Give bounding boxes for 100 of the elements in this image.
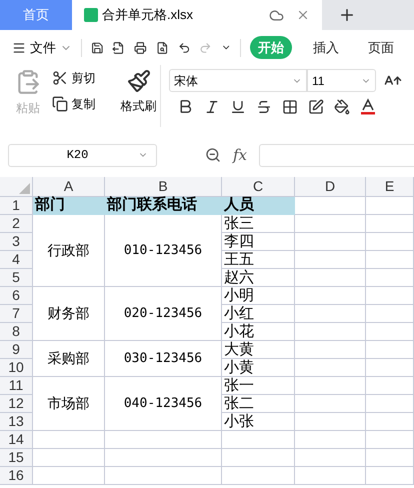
row-header[interactable]: 8 [0, 323, 33, 341]
ribbon-tab[interactable]: 页面 [360, 36, 402, 60]
format-painter-button[interactable]: 格式刷 [120, 97, 156, 115]
zoom-icon[interactable] [205, 147, 221, 163]
empty-cell [366, 251, 414, 269]
empty-cell [366, 395, 414, 413]
cell-style-icon[interactable] [308, 98, 324, 114]
empty-cell [366, 467, 414, 485]
row-header[interactable]: 14 [0, 431, 33, 449]
empty-cell [366, 269, 414, 287]
row-header[interactable]: 7 [0, 305, 33, 323]
column-header[interactable]: D [295, 177, 366, 197]
row-header[interactable]: 16 [0, 467, 33, 485]
empty-cell [295, 413, 366, 431]
header-cell: 部门联系电话 [105, 197, 222, 215]
person-cell: 赵六 [222, 269, 295, 287]
size-select[interactable]: 11 [307, 69, 376, 92]
row-header[interactable]: 2 [0, 215, 33, 233]
spreadsheet-icon [84, 8, 98, 22]
person-cell: 张一 [222, 377, 295, 395]
row-header[interactable]: 11 [0, 377, 33, 395]
empty-cell [366, 305, 414, 323]
italic-icon[interactable] [204, 98, 220, 114]
empty-cell [366, 359, 414, 377]
department-cell: 行政部 [33, 215, 105, 287]
print-icon[interactable] [134, 40, 147, 56]
new-tab-icon[interactable] [338, 6, 356, 24]
empty-cell [295, 431, 366, 449]
menu-icon [12, 40, 26, 54]
person-cell: 大黄 [222, 341, 295, 359]
row-header[interactable]: 9 [0, 341, 33, 359]
person-cell: 王五 [222, 251, 295, 269]
row-header[interactable]: 4 [0, 251, 33, 269]
header-cell: 人员 [222, 197, 295, 215]
person-cell: 李四 [222, 233, 295, 251]
person-cell: 小花 [222, 323, 295, 341]
save-icon[interactable] [90, 40, 104, 56]
person-cell: 小张 [222, 413, 295, 431]
row-header[interactable]: 10 [0, 359, 33, 377]
person-cell: 小黄 [222, 359, 295, 377]
empty-cell [366, 413, 414, 431]
ribbon-tab[interactable]: 插入 [305, 36, 348, 60]
underline-icon[interactable] [230, 98, 246, 114]
empty-cell [295, 215, 366, 233]
column-header[interactable]: A [33, 177, 105, 197]
empty-cell [295, 305, 366, 323]
empty-cell [366, 449, 414, 467]
row-header[interactable]: 13 [0, 413, 33, 431]
copy-icon [52, 96, 68, 112]
formula-field[interactable] [259, 144, 414, 166]
phone-cell: 040-123456 [105, 377, 222, 431]
header-cell: 部门 [33, 197, 105, 215]
file-menu[interactable]: 文件 [12, 38, 72, 58]
function-label[interactable]: fx [233, 144, 248, 166]
empty-cell [366, 197, 414, 215]
font-color-icon[interactable] [360, 98, 376, 115]
empty-cell [366, 431, 414, 449]
row-header[interactable]: 3 [0, 233, 33, 251]
empty-cell [295, 377, 366, 395]
column-header[interactable]: C [222, 177, 295, 197]
borders-icon[interactable] [282, 98, 298, 114]
person-cell: 小红 [222, 305, 295, 323]
phone-cell: 010-123456 [105, 215, 222, 287]
close-icon[interactable] [296, 8, 310, 22]
department-cell: 财务部 [33, 287, 105, 341]
copy-button[interactable]: 复制 [52, 95, 113, 113]
empty-cell [295, 395, 366, 413]
phone-cell: 030-123456 [105, 341, 222, 377]
empty-cell [295, 233, 366, 251]
scissors-icon [52, 70, 68, 86]
brush-icon[interactable] [126, 69, 150, 93]
empty-cell [295, 341, 366, 359]
empty-cell [366, 287, 414, 305]
cut-button[interactable]: 剪切 [52, 69, 113, 87]
row-header[interactable]: 5 [0, 269, 33, 287]
font-select[interactable]: 宋体 [169, 69, 307, 92]
empty-cell [295, 287, 366, 305]
person-cell: 张三 [222, 215, 295, 233]
column-header[interactable]: E [366, 177, 414, 197]
row-header[interactable]: 15 [0, 449, 33, 467]
cloud-icon[interactable] [269, 8, 284, 22]
column-header[interactable]: B [105, 177, 222, 197]
empty-cell [366, 215, 414, 233]
fill-icon[interactable] [334, 98, 350, 114]
person-cell: 张二 [222, 395, 295, 413]
file-tab[interactable]: 合并单元格.xlsx [72, 0, 322, 30]
empty-cell [295, 359, 366, 377]
row-header[interactable]: 1 [0, 197, 33, 215]
export-icon[interactable] [112, 40, 126, 56]
empty-cell [295, 449, 366, 467]
file-name: 合并单元格.xlsx [102, 6, 193, 24]
name-box[interactable]: K20 [8, 144, 157, 166]
preview-icon[interactable] [156, 40, 169, 56]
row-header[interactable]: 12 [0, 395, 33, 413]
row-header[interactable]: 6 [0, 287, 33, 305]
empty-cell [295, 269, 366, 287]
empty-cell [366, 323, 414, 341]
empty-cell [366, 341, 414, 359]
empty-cell [295, 467, 366, 485]
strikethrough-icon[interactable] [256, 98, 272, 114]
